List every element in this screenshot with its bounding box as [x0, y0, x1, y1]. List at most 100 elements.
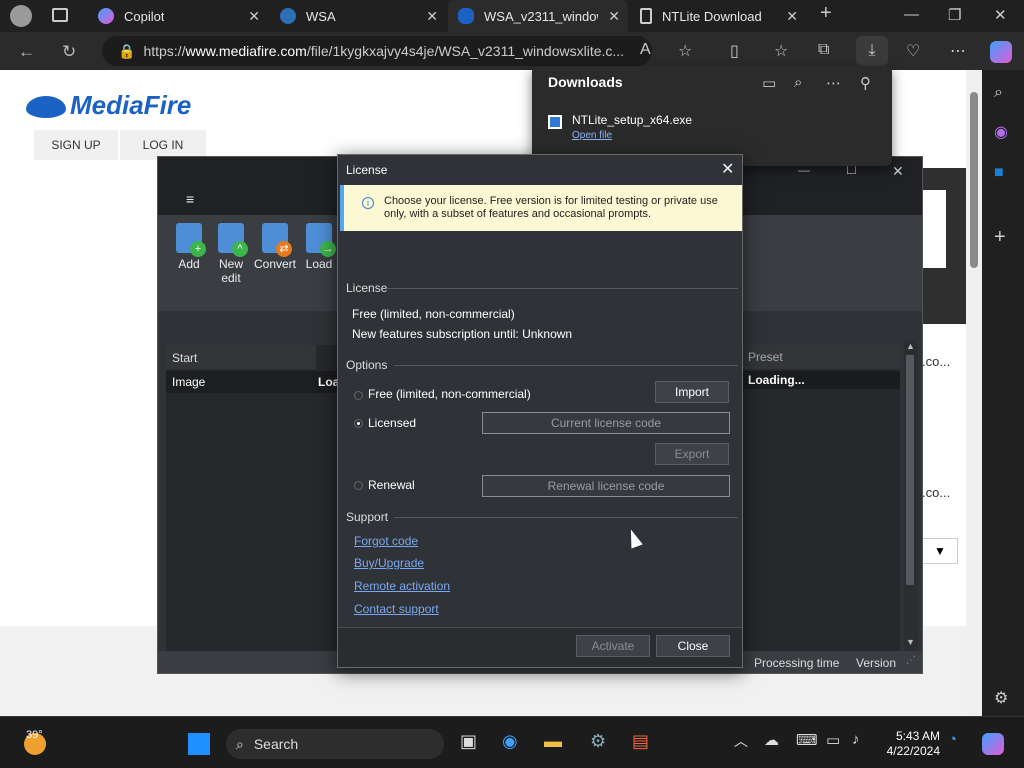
scroll-down-icon[interactable]: ▼: [906, 637, 915, 647]
copilot-icon[interactable]: [982, 733, 1004, 755]
search-icon[interactable]: ⌕: [994, 84, 1003, 102]
page-scrollbar[interactable]: [966, 70, 982, 716]
search-icon[interactable]: ⌕: [794, 74, 802, 91]
section-options-title: Options: [346, 358, 388, 372]
close-tab-icon[interactable]: ✕: [426, 8, 438, 25]
scroll-up-icon[interactable]: ▲: [906, 341, 915, 351]
refresh-icon[interactable]: ↻: [62, 42, 76, 62]
radio-renewal[interactable]: [354, 481, 363, 490]
new-tab-icon[interactable]: +: [820, 2, 832, 25]
copilot-sidebar-icon[interactable]: [990, 41, 1012, 63]
ribbon-convert-button[interactable]: ⇄ Convert: [252, 223, 298, 271]
favorites-icon[interactable]: ☆: [774, 41, 788, 61]
more-options-icon[interactable]: ⋯: [826, 74, 841, 92]
status-processing-time: Processing time: [754, 656, 840, 670]
copilot-icon: [98, 8, 114, 24]
remote-activation-link[interactable]: Remote activation: [354, 579, 450, 593]
start-windows-icon[interactable]: [188, 733, 210, 755]
outlook-icon[interactable]: ■: [994, 164, 1004, 182]
scrollbar-thumb[interactable]: [906, 355, 914, 585]
column-header-preset[interactable]: Preset: [742, 345, 900, 369]
profile-avatar[interactable]: [10, 5, 32, 27]
task-view-icon[interactable]: ▣: [460, 731, 477, 752]
info-icon: i: [362, 197, 374, 209]
option-licensed-label[interactable]: Licensed: [368, 416, 416, 430]
close-icon[interactable]: ✕: [892, 163, 904, 180]
tab-copilot[interactable]: Copilot ✕: [88, 0, 268, 32]
tab-ntlite-download[interactable]: NTLite Download ✕: [630, 0, 806, 32]
ntlite-scrollbar[interactable]: ▲ ▼: [904, 341, 918, 651]
restore-icon[interactable]: ❐: [948, 6, 961, 24]
close-tab-icon[interactable]: ✕: [786, 8, 798, 25]
option-free-label[interactable]: Free (limited, non-commercial): [368, 387, 531, 401]
keyboard-icon[interactable]: ⌨: [796, 731, 818, 749]
renewal-license-code-input[interactable]: Renewal license code: [482, 475, 730, 497]
tab-wsa[interactable]: WSA ✕: [270, 0, 446, 32]
downloads-icon[interactable]: ⤓: [856, 36, 888, 66]
download-file-name[interactable]: NTLite_setup_x64.exe: [572, 113, 692, 127]
close-tab-icon[interactable]: ✕: [248, 8, 260, 25]
minimize-icon[interactable]: —: [904, 6, 919, 23]
radio-licensed[interactable]: [354, 419, 363, 428]
menu-icon[interactable]: ≡: [186, 191, 194, 207]
activate-button[interactable]: Activate: [576, 635, 650, 657]
open-file-link[interactable]: Open file: [572, 130, 612, 141]
open-folder-icon[interactable]: ▭: [762, 74, 776, 92]
import-button[interactable]: Import: [655, 381, 729, 403]
close-tab-icon[interactable]: ✕: [608, 8, 620, 25]
more-icon[interactable]: ⋯: [950, 41, 966, 61]
settings-gear-icon[interactable]: ⚙: [994, 688, 1008, 708]
current-license-code-input[interactable]: Current license code: [482, 412, 730, 434]
downloads-panel: Downloads ▭ ⌕ ⋯ ⚲ NTLite_setup_x64.exe O…: [532, 66, 892, 166]
scrollbar-thumb[interactable]: [970, 92, 978, 268]
url-input[interactable]: 🔒 https://www.mediafire.com/file/1kygkxa…: [102, 36, 652, 66]
export-button[interactable]: Export: [655, 443, 729, 465]
back-icon[interactable]: ←: [18, 42, 35, 62]
resize-grip-icon[interactable]: ⋰: [906, 655, 916, 666]
volume-icon[interactable]: ♪: [852, 731, 860, 748]
buy-upgrade-link[interactable]: Buy/Upgrade: [354, 556, 424, 570]
forgot-code-link[interactable]: Forgot code: [354, 534, 418, 548]
display-icon[interactable]: ▭: [826, 731, 840, 749]
current-license-value: Free (limited, non-commercial): [352, 307, 515, 321]
contact-support-link[interactable]: Contact support: [354, 602, 439, 616]
pin-icon[interactable]: ⚲: [860, 74, 871, 92]
collections-icon[interactable]: ⧉: [818, 41, 829, 59]
favorite-star-icon[interactable]: ☆: [678, 41, 692, 61]
mediafire-icon: [458, 8, 474, 24]
ribbon-add-button[interactable]: + Add: [168, 223, 210, 271]
ntlite-preset-pane: Preset Loading...: [742, 345, 900, 651]
read-aloud-icon[interactable]: A: [640, 41, 651, 59]
radio-free[interactable]: [354, 391, 363, 400]
list-item-image[interactable]: Image: [166, 371, 316, 393]
close-window-icon[interactable]: ✕: [994, 6, 1007, 24]
tab-wsa-download[interactable]: WSA_v2311_windows ✕: [448, 0, 628, 32]
split-screen-icon[interactable]: ▯: [730, 41, 739, 61]
network-icon[interactable]: ☁: [764, 731, 779, 749]
tab-actions-icon[interactable]: [52, 8, 68, 22]
file-name-peek: .co...: [922, 485, 951, 500]
performance-icon[interactable]: ♡: [906, 41, 920, 61]
show-hidden-icons[interactable]: ︿: [734, 731, 748, 751]
file-explorer-icon[interactable]: ▬: [544, 731, 562, 752]
ribbon-load-button[interactable]: → Load: [298, 223, 340, 271]
taskbar-clock[interactable]: 5:43 AM 4/22/2024: [880, 729, 940, 759]
edge-sidebar: ⌕ ◉ ■ + ⚙: [982, 70, 1024, 716]
weather-temperature[interactable]: 39°: [26, 729, 43, 741]
add-icon[interactable]: +: [994, 226, 1006, 249]
edge-icon[interactable]: ◉: [502, 731, 518, 752]
ribbon-new-edit-button[interactable]: ^ New edit: [210, 223, 252, 285]
copilot-icon[interactable]: ◉: [994, 122, 1008, 142]
option-renewal-label[interactable]: Renewal: [368, 478, 415, 492]
mediafire-logo[interactable]: MediaFire: [26, 90, 191, 121]
installer-file-icon: [548, 115, 562, 129]
settings-gear-icon[interactable]: ⚙: [590, 731, 606, 752]
sign-up-button[interactable]: SIGN UP: [34, 130, 118, 160]
dropdown-arrow-icon[interactable]: ▼: [922, 538, 958, 564]
notification-bell-icon[interactable]: ◔: [948, 731, 957, 748]
ntlite-app-icon[interactable]: ▤: [632, 731, 649, 752]
close-button[interactable]: Close: [656, 635, 730, 657]
taskbar-search-box[interactable]: ⌕ Search: [226, 729, 444, 759]
column-header-start[interactable]: Start: [166, 345, 316, 369]
close-icon[interactable]: ✕: [721, 159, 734, 179]
